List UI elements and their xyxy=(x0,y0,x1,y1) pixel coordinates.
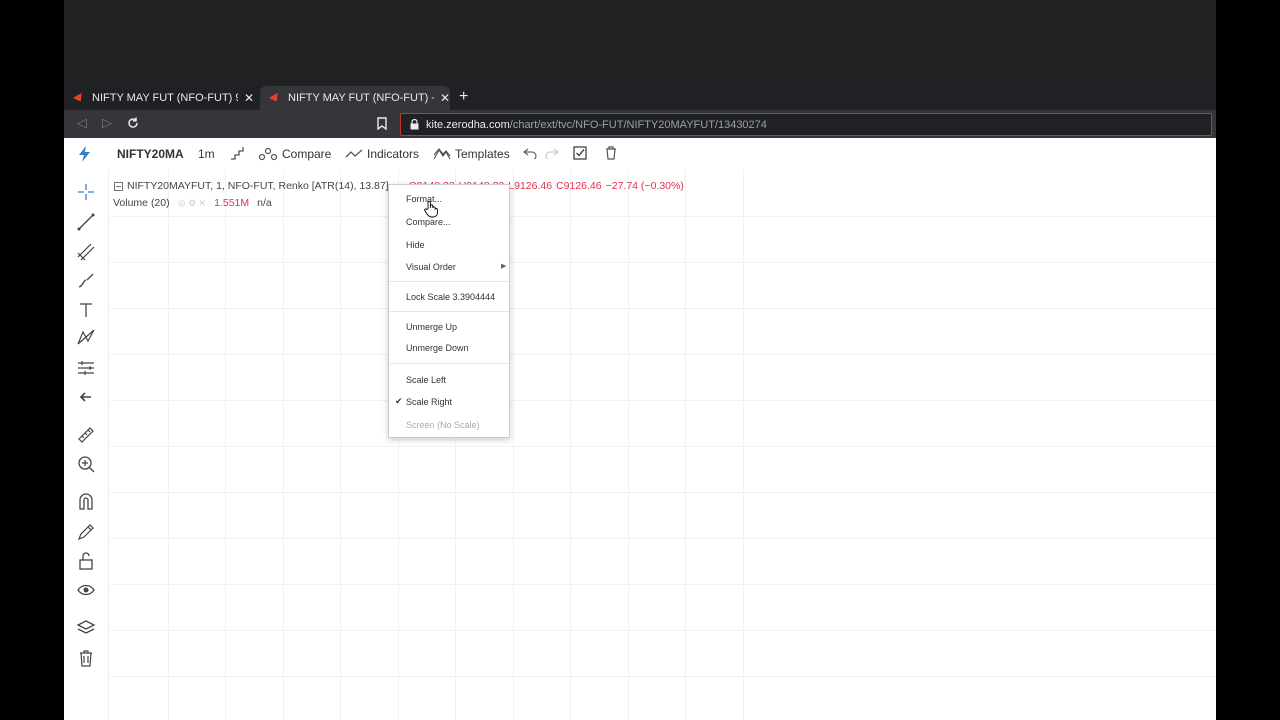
lock-icon xyxy=(410,119,419,130)
series-context-menu: Format... Compare... Hide Visual Order ▶… xyxy=(388,184,510,438)
indicators-button[interactable]: Indicators xyxy=(345,147,419,161)
layers-icon[interactable] xyxy=(76,618,96,638)
magnet-icon[interactable] xyxy=(76,492,96,512)
save-chart-icon[interactable] xyxy=(573,146,587,160)
checkmark-icon: ✔ xyxy=(395,396,403,406)
drawing-tools-sidebar xyxy=(64,170,109,720)
url-path: /chart/ext/tvc/NFO-FUT/NIFTY20MAYFUT/134… xyxy=(509,118,767,131)
tab-bar: NIFTY MAY FUT (NFO-FUT) 912 ✕ NIFTY MAY … xyxy=(64,84,1216,110)
undo-icon[interactable] xyxy=(523,147,537,159)
chart-toolbar: NIFTY20MA 1m Compare Indicators Template… xyxy=(64,138,1216,170)
change-value: −27.74 (−0.30%) xyxy=(605,180,684,192)
new-tab-button[interactable]: + xyxy=(459,88,468,106)
series-title: NIFTY20MAYFUT, 1, NFO-FUT, Renko [ATR(14… xyxy=(127,180,389,192)
back-icon[interactable]: ◁ xyxy=(77,115,87,131)
menu-hide[interactable]: Hide xyxy=(406,240,425,250)
collapse-legend-icon[interactable] xyxy=(114,181,123,191)
menu-visual-order[interactable]: Visual Order xyxy=(406,262,456,272)
redo-icon[interactable] xyxy=(545,147,559,159)
tab-title: NIFTY MAY FUT (NFO-FUT) 912 xyxy=(92,92,238,104)
prediction-icon[interactable] xyxy=(76,358,96,378)
pitchfork-icon[interactable] xyxy=(76,242,96,262)
low-value: L9126.46 xyxy=(508,180,553,192)
volume-value: 1.551M xyxy=(214,197,250,209)
bookmark-icon[interactable] xyxy=(377,117,387,130)
chart-app: NIFTY20MA 1m Compare Indicators Template… xyxy=(64,138,1216,720)
menu-separator xyxy=(389,311,509,312)
chart-type-icon[interactable] xyxy=(230,146,244,160)
close-value: C9126.46 xyxy=(556,180,602,192)
templates-icon xyxy=(433,148,451,160)
menu-lock-scale[interactable]: Lock Scale 3.3904444 xyxy=(406,292,495,302)
indicators-icon xyxy=(345,149,363,158)
menu-screen-no-scale: Screen (No Scale) xyxy=(406,420,480,430)
interval-selector[interactable]: 1m xyxy=(198,147,215,161)
compare-button[interactable]: Compare xyxy=(258,147,331,161)
menu-scale-right[interactable]: Scale Right xyxy=(406,397,452,407)
remove-drawings-icon[interactable] xyxy=(76,648,96,668)
zerodha-favicon-icon xyxy=(72,92,86,104)
stay-drawing-icon[interactable] xyxy=(76,522,96,542)
browser-tab-2-active[interactable]: NIFTY MAY FUT (NFO-FUT) - Ki ✕ xyxy=(260,86,450,110)
address-bar-row: ◁ ▷ kite.zerodha.com/chart/ext/tvc/NFO-F… xyxy=(64,110,1216,138)
pattern-icon[interactable] xyxy=(76,328,96,348)
reload-icon[interactable] xyxy=(126,116,140,130)
browser-tab-1[interactable]: NIFTY MAY FUT (NFO-FUT) 912 ✕ xyxy=(64,86,260,110)
text-tool-icon[interactable] xyxy=(76,300,96,320)
volume-legend: Volume (20) ◎ ⚙ ✕ 1.551M n/a xyxy=(113,197,272,209)
submenu-arrow-icon: ▶ xyxy=(501,263,507,270)
volume-actions-icon[interactable]: ◎ ⚙ ✕ xyxy=(178,198,206,209)
zoom-in-icon[interactable] xyxy=(76,454,96,474)
symbol-search[interactable]: NIFTY20MA xyxy=(117,147,184,161)
chart-pane[interactable]: NIFTY20MAYFUT, 1, NFO-FUT, Renko [ATR(14… xyxy=(110,170,1216,720)
menu-unmerge-up[interactable]: Unmerge Up xyxy=(406,322,457,332)
browser-window: NIFTY MAY FUT (NFO-FUT) 912 ✕ NIFTY MAY … xyxy=(64,0,1216,720)
templates-button[interactable]: Templates xyxy=(433,147,510,161)
unlock-icon[interactable] xyxy=(76,551,96,571)
renko-chart[interactable] xyxy=(110,170,1216,720)
trend-line-icon[interactable] xyxy=(76,212,96,232)
hand-cursor-icon xyxy=(424,200,438,218)
menu-unmerge-down[interactable]: Unmerge Down xyxy=(406,343,469,353)
menu-separator xyxy=(389,363,509,364)
volume-label: Volume (20) xyxy=(113,197,170,209)
indicators-label: Indicators xyxy=(367,147,420,161)
kite-bolt-icon[interactable] xyxy=(78,146,92,162)
brush-icon[interactable] xyxy=(76,270,96,290)
tab-close-icon[interactable]: ✕ xyxy=(244,91,254,105)
menu-compare[interactable]: Compare... xyxy=(406,217,451,227)
volume-na: n/a xyxy=(257,197,272,209)
crosshair-icon[interactable] xyxy=(76,182,96,202)
compare-icon xyxy=(258,147,278,161)
ruler-icon[interactable] xyxy=(76,425,96,445)
menu-separator xyxy=(389,281,509,282)
compare-label: Compare xyxy=(282,147,332,161)
zerodha-favicon-icon xyxy=(268,92,282,104)
tab-close-icon[interactable]: ✕ xyxy=(440,91,450,105)
eye-icon[interactable] xyxy=(76,580,96,600)
url-host: kite.zerodha.com xyxy=(426,118,510,131)
trash-icon[interactable] xyxy=(605,146,617,160)
tab-title: NIFTY MAY FUT (NFO-FUT) - Ki xyxy=(288,92,434,104)
forward-icon[interactable]: ▷ xyxy=(102,115,112,131)
arrow-back-icon[interactable] xyxy=(76,387,96,407)
menu-scale-left[interactable]: Scale Left xyxy=(406,375,446,385)
url-input[interactable]: kite.zerodha.com/chart/ext/tvc/NFO-FUT/N… xyxy=(400,113,1212,136)
templates-label: Templates xyxy=(455,147,510,161)
